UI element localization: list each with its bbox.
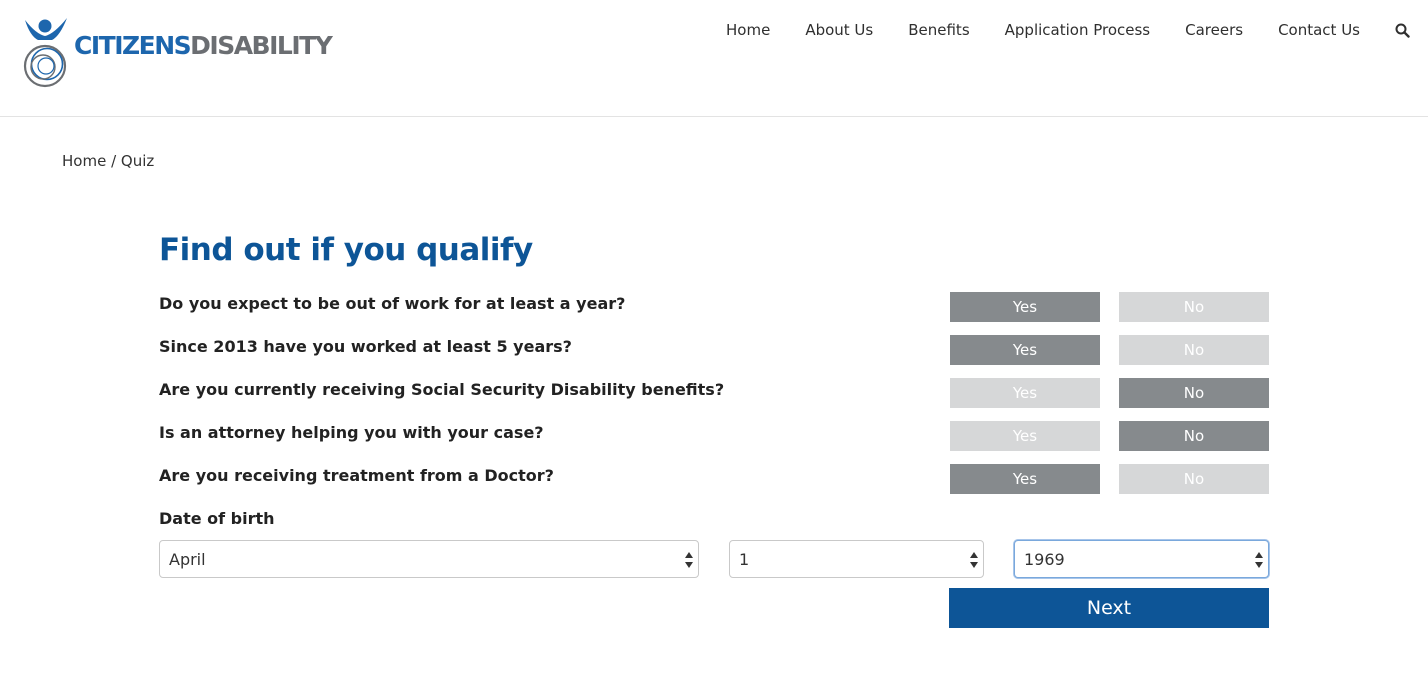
question-row: Since 2013 have you worked at least 5 ye… xyxy=(159,335,1269,365)
no-button[interactable]: No xyxy=(1119,421,1269,451)
yes-button[interactable]: Yes xyxy=(950,378,1100,408)
select-arrows-icon xyxy=(1255,552,1263,568)
site-header: CITIZENSDISABILITY Home About Us Benefit… xyxy=(0,0,1428,117)
question-label: Do you expect to be out of work for at l… xyxy=(159,294,626,313)
dob-month-select[interactable]: April xyxy=(159,540,699,578)
logo-wordmark: CITIZENSDISABILITY xyxy=(74,31,333,60)
question-label: Are you currently receiving Social Secur… xyxy=(159,380,725,399)
yes-button[interactable]: Yes xyxy=(950,464,1100,494)
yes-button[interactable]: Yes xyxy=(950,292,1100,322)
breadcrumb: Home / Quiz xyxy=(62,152,154,170)
dob-year-select[interactable]: 1969 xyxy=(1014,540,1269,578)
dob-day-value: 1 xyxy=(739,550,750,569)
citizens-disability-logo[interactable]: CITIZENSDISABILITY xyxy=(22,14,333,88)
question-row: Are you receiving treatment from a Docto… xyxy=(159,464,1269,494)
dob-day-select[interactable]: 1 xyxy=(729,540,984,578)
question-label: Are you receiving treatment from a Docto… xyxy=(159,466,554,485)
next-button[interactable]: Next xyxy=(949,588,1269,628)
question-row: Is an attorney helping you with your cas… xyxy=(159,421,1269,451)
no-button[interactable]: No xyxy=(1119,464,1269,494)
nav-contact-us[interactable]: Contact Us xyxy=(1278,21,1360,39)
main-nav: Home About Us Benefits Application Proce… xyxy=(726,19,1410,41)
question-row: Do you expect to be out of work for at l… xyxy=(159,292,1269,322)
logo-figure-icon xyxy=(23,18,67,88)
dob-year-value: 1969 xyxy=(1024,550,1065,569)
no-button[interactable]: No xyxy=(1119,335,1269,365)
breadcrumb-home[interactable]: Home xyxy=(62,152,106,170)
nav-home[interactable]: Home xyxy=(726,21,770,39)
page-title: Find out if you qualify xyxy=(159,232,533,268)
nav-application-process[interactable]: Application Process xyxy=(1005,21,1150,39)
select-arrows-icon xyxy=(685,552,693,568)
question-label: Since 2013 have you worked at least 5 ye… xyxy=(159,337,572,356)
nav-careers[interactable]: Careers xyxy=(1185,21,1243,39)
search-icon xyxy=(1395,23,1410,38)
dob-label: Date of birth xyxy=(159,509,275,528)
breadcrumb-separator: / xyxy=(106,152,121,170)
search-button[interactable] xyxy=(1394,22,1410,38)
question-row: Are you currently receiving Social Secur… xyxy=(159,378,1269,408)
nav-about-us[interactable]: About Us xyxy=(805,21,873,39)
yes-button[interactable]: Yes xyxy=(950,335,1100,365)
breadcrumb-current: Quiz xyxy=(120,152,155,170)
no-button[interactable]: No xyxy=(1119,378,1269,408)
yes-button[interactable]: Yes xyxy=(950,421,1100,451)
question-label: Is an attorney helping you with your cas… xyxy=(159,423,544,442)
no-button[interactable]: No xyxy=(1119,292,1269,322)
dob-month-value: April xyxy=(169,550,206,569)
nav-benefits[interactable]: Benefits xyxy=(908,21,969,39)
select-arrows-icon xyxy=(970,552,978,568)
